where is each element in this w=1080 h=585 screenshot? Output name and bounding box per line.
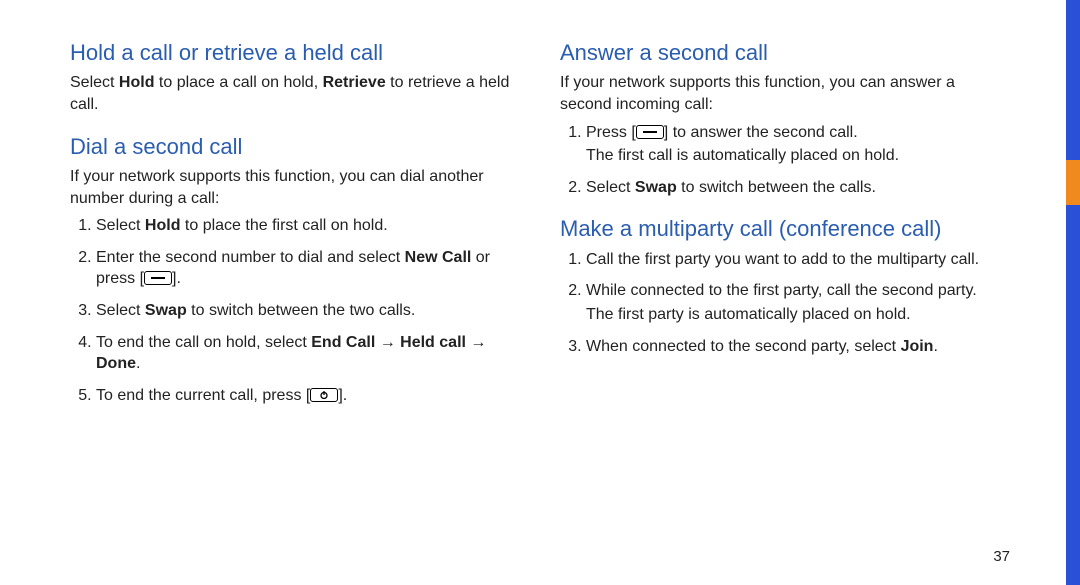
text: to switch between the two calls.	[187, 302, 416, 319]
section-answer-second: Answer a second call If your network sup…	[560, 40, 1010, 198]
text: Select	[96, 217, 145, 234]
bold-hold: Hold	[145, 217, 181, 234]
dial-second-intro: If your network supports this function, …	[70, 166, 520, 209]
hold-call-body: Select Hold to place a call on hold, Ret…	[70, 72, 520, 115]
manual-page: Hold a call or retrieve a held call Sele…	[0, 0, 1080, 585]
text: Call the first party you want to add to …	[586, 251, 979, 268]
heading-dial-second: Dial a second call	[70, 134, 520, 160]
text: Enter the second number to dial and sele…	[96, 249, 405, 266]
text: Select	[96, 302, 145, 319]
two-column-layout: Hold a call or retrieve a held call Sele…	[70, 40, 1010, 416]
sub-text: The first call is automatically placed o…	[586, 145, 1010, 167]
text: to switch between the calls.	[677, 179, 876, 196]
list-item: Call the first party you want to add to …	[586, 249, 1010, 271]
text: Select	[70, 74, 119, 91]
text: .	[136, 355, 140, 372]
right-column: Answer a second call If your network sup…	[560, 40, 1010, 416]
heading-multiparty: Make a multiparty call (conference call)	[560, 216, 1010, 242]
power-key-icon	[310, 388, 338, 402]
text: Press [	[586, 124, 636, 141]
left-column: Hold a call or retrieve a held call Sele…	[70, 40, 520, 416]
dial-second-steps: Select Hold to place the first call on h…	[70, 215, 520, 406]
text: Select	[586, 179, 635, 196]
answer-second-steps: Press [ ] to answer the second call. The …	[560, 122, 1010, 199]
text: ].	[338, 387, 347, 404]
dash-key-icon	[636, 125, 664, 139]
text: ] to answer the second call.	[664, 124, 858, 141]
text: To end the call on hold, select	[96, 334, 311, 351]
heading-hold-call: Hold a call or retrieve a held call	[70, 40, 520, 66]
text: to place the first call on hold.	[180, 217, 387, 234]
section-dial-second: Dial a second call If your network suppo…	[70, 134, 520, 407]
list-item: Press [ ] to answer the second call. The …	[586, 122, 1010, 167]
text: to place a call on hold,	[154, 74, 322, 91]
list-item: Select Swap to switch between the calls.	[586, 177, 1010, 199]
list-item: Enter the second number to dial and sele…	[96, 247, 520, 290]
text: →	[466, 334, 486, 351]
bold-swap: Swap	[635, 179, 677, 196]
bold-retrieve: Retrieve	[323, 74, 386, 91]
text: While connected to the first party, call…	[586, 282, 977, 299]
dash-key-icon	[144, 271, 172, 285]
heading-answer-second: Answer a second call	[560, 40, 1010, 66]
bold-hold: Hold	[119, 74, 155, 91]
list-item: While connected to the first party, call…	[586, 280, 1010, 325]
list-item: Select Swap to switch between the two ca…	[96, 300, 520, 322]
side-tab	[1066, 0, 1080, 585]
side-tab-marker	[1066, 160, 1080, 205]
list-item: When connected to the second party, sele…	[586, 336, 1010, 358]
list-item: To end the call on hold, select End Call…	[96, 332, 520, 375]
text: .	[933, 338, 937, 355]
section-multiparty: Make a multiparty call (conference call)…	[560, 216, 1010, 357]
text: →	[375, 334, 400, 351]
bold-swap: Swap	[145, 302, 187, 319]
bold-end-call: End Call	[311, 334, 375, 351]
text: ].	[172, 270, 181, 287]
bold-new-call: New Call	[405, 249, 472, 266]
list-item: To end the current call, press [].	[96, 385, 520, 407]
list-item: Select Hold to place the first call on h…	[96, 215, 520, 237]
text: When connected to the second party, sele…	[586, 338, 901, 355]
page-number: 37	[993, 548, 1010, 565]
side-tab-label: using advanced functions	[1048, 215, 1062, 362]
text: To end the current call, press [	[96, 387, 310, 404]
bold-done: Done	[96, 355, 136, 372]
section-hold-call: Hold a call or retrieve a held call Sele…	[70, 40, 520, 116]
bold-held-call: Held call	[400, 334, 466, 351]
bold-join: Join	[901, 338, 934, 355]
sub-text: The first party is automatically placed …	[586, 304, 1010, 326]
answer-second-intro: If your network supports this function, …	[560, 72, 1010, 115]
multiparty-steps: Call the first party you want to add to …	[560, 249, 1010, 357]
